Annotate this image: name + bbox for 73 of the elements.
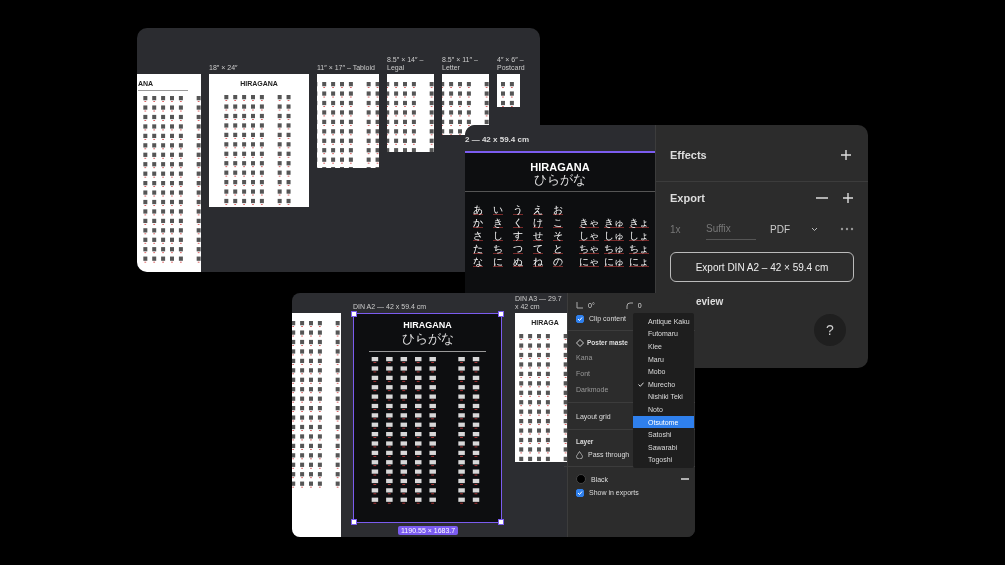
plus-icon[interactable]	[840, 149, 852, 161]
kana-character: きゃ	[579, 217, 599, 228]
selection-handle[interactable]	[351, 311, 357, 317]
kana-character: ぬ	[513, 256, 523, 267]
corner-radius-icon	[625, 302, 633, 309]
export-button[interactable]: Export DIN A2 – 42 × 59.4 cm	[670, 252, 854, 282]
kana-character: け	[533, 217, 543, 228]
poster-frame[interactable]: HIRAGANA ひらがな	[353, 313, 502, 523]
kana-character: にゅ	[604, 256, 624, 267]
kana-character: ち	[493, 243, 503, 254]
poster-title: HIRAGANA	[403, 320, 452, 330]
kana-character: く	[513, 217, 523, 228]
kana-character: ちょ	[629, 243, 649, 254]
kana-character: ね	[533, 256, 543, 267]
color-swatch[interactable]	[576, 474, 586, 484]
kana-character: こ	[553, 217, 563, 228]
kana-character: と	[553, 243, 563, 254]
kana-character: な	[473, 256, 483, 267]
kana-character: しょ	[629, 230, 649, 241]
kana-character: す	[513, 230, 523, 241]
poster-title: HIRAGANA	[530, 161, 590, 173]
poster-frame[interactable]	[387, 74, 434, 152]
frame-label: 2 — 42 x 59.4 cm	[465, 134, 531, 146]
angle-icon	[576, 302, 583, 309]
chevron-down-icon	[811, 226, 818, 232]
kana-character: ちゅ	[604, 243, 624, 254]
kana-character: い	[493, 204, 503, 215]
kana-character: か	[473, 217, 483, 228]
kana-marks	[387, 82, 434, 152]
preview-label[interactable]: eview	[696, 296, 724, 307]
section-title: Export	[670, 192, 705, 204]
poster-frame[interactable]	[497, 74, 520, 107]
kana-character: さ	[473, 230, 483, 241]
poster-subtitle: ひらがな	[534, 173, 586, 187]
kana-character: お	[553, 204, 563, 215]
kana-character: の	[553, 256, 563, 267]
section-title: Effects	[670, 149, 707, 161]
format-dropdown[interactable]: PDF	[770, 223, 818, 235]
poster-frame[interactable]	[292, 313, 341, 537]
kana-character: た	[473, 243, 483, 254]
more-icon[interactable]	[840, 227, 854, 231]
kana-character: に	[493, 256, 503, 267]
check-icon	[638, 381, 644, 387]
kana-character: き	[493, 217, 503, 228]
suffix-field[interactable]: Suffix	[706, 223, 756, 240]
kana-character: て	[533, 243, 543, 254]
component-icon	[576, 338, 584, 347]
selection-handle[interactable]	[498, 311, 504, 317]
drop-icon	[576, 450, 583, 459]
kana-character: にょ	[629, 256, 649, 267]
kana-character: しゃ	[579, 230, 599, 241]
kana-character: きゅ	[604, 217, 624, 228]
kana-marks	[442, 82, 489, 135]
kana-character: そ	[553, 230, 563, 241]
selection-handle[interactable]	[351, 519, 357, 525]
selection-handle[interactable]	[498, 519, 504, 525]
kana-character: にゃ	[579, 256, 599, 267]
kana-character: せ	[533, 230, 543, 241]
kana-character: え	[533, 204, 543, 215]
kana-character: あ	[473, 204, 483, 215]
help-button[interactable]: ?	[814, 314, 846, 346]
kana-character: つ	[513, 243, 523, 254]
kana-character: きょ	[629, 217, 649, 228]
kana-character: ちゃ	[579, 243, 599, 254]
kana-character: し	[493, 230, 503, 241]
checkbox[interactable]	[576, 314, 584, 323]
poster-frame[interactable]	[442, 74, 489, 135]
plus-icon[interactable]	[842, 192, 854, 204]
kana-marks	[500, 82, 514, 107]
kana-character: う	[513, 204, 523, 215]
poster-subtitle: ひらがな	[401, 330, 454, 348]
kana-character: しゅ	[604, 230, 624, 241]
checkbox[interactable]	[576, 488, 584, 497]
